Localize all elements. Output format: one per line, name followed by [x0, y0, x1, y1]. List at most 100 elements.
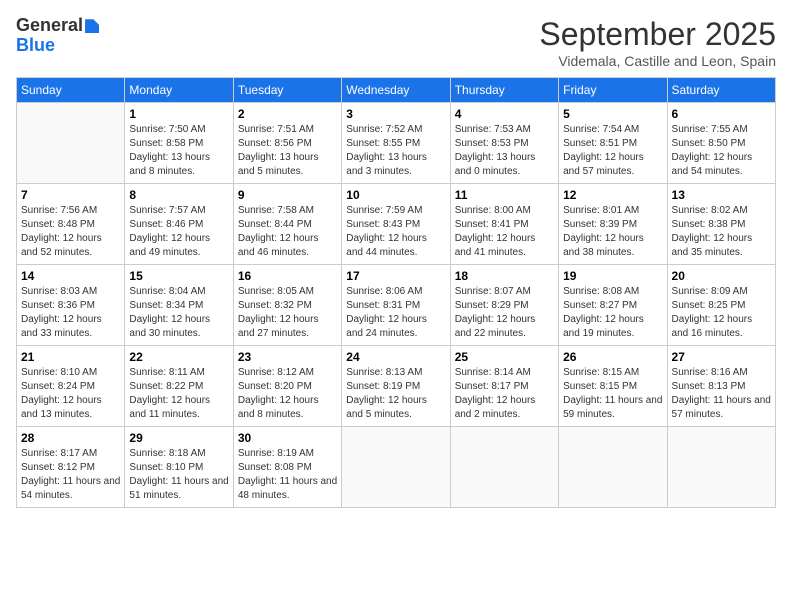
- calendar-week-1: 1 Sunrise: 7:50 AMSunset: 8:58 PMDayligh…: [17, 103, 776, 184]
- calendar-cell: 9 Sunrise: 7:58 AMSunset: 8:44 PMDayligh…: [233, 184, 341, 265]
- calendar-cell: 30 Sunrise: 8:19 AMSunset: 8:08 PMDaylig…: [233, 427, 341, 508]
- day-info: Sunrise: 8:19 AMSunset: 8:08 PMDaylight:…: [238, 447, 337, 503]
- calendar-cell: [667, 427, 775, 508]
- logo-general-text: General: [16, 15, 83, 35]
- logo-top: General: [16, 16, 99, 36]
- calendar-cell: 1 Sunrise: 7:50 AMSunset: 8:58 PMDayligh…: [125, 103, 233, 184]
- weekday-header-wednesday: Wednesday: [342, 78, 450, 103]
- calendar-cell: 11 Sunrise: 8:00 AMSunset: 8:41 PMDaylig…: [450, 184, 558, 265]
- day-number: 27: [672, 350, 771, 364]
- day-number: 14: [21, 269, 120, 283]
- day-info: Sunrise: 8:03 AMSunset: 8:36 PMDaylight:…: [21, 285, 120, 341]
- title-block: September 2025 Videmala, Castille and Le…: [539, 16, 776, 69]
- weekday-header-row: SundayMondayTuesdayWednesdayThursdayFrid…: [17, 78, 776, 103]
- calendar-cell: 25 Sunrise: 8:14 AMSunset: 8:17 PMDaylig…: [450, 346, 558, 427]
- calendar-cell: 16 Sunrise: 8:05 AMSunset: 8:32 PMDaylig…: [233, 265, 341, 346]
- day-info: Sunrise: 7:51 AMSunset: 8:56 PMDaylight:…: [238, 123, 337, 179]
- logo-blue-text: Blue: [16, 36, 99, 56]
- day-info: Sunrise: 7:54 AMSunset: 8:51 PMDaylight:…: [563, 123, 662, 179]
- day-info: Sunrise: 8:14 AMSunset: 8:17 PMDaylight:…: [455, 366, 554, 422]
- day-info: Sunrise: 7:57 AMSunset: 8:46 PMDaylight:…: [129, 204, 228, 260]
- day-number: 20: [672, 269, 771, 283]
- day-number: 28: [21, 431, 120, 445]
- day-number: 15: [129, 269, 228, 283]
- calendar-week-3: 14 Sunrise: 8:03 AMSunset: 8:36 PMDaylig…: [17, 265, 776, 346]
- day-number: 19: [563, 269, 662, 283]
- day-number: 11: [455, 188, 554, 202]
- day-number: 5: [563, 107, 662, 121]
- weekday-header-friday: Friday: [559, 78, 667, 103]
- calendar-cell: 14 Sunrise: 8:03 AMSunset: 8:36 PMDaylig…: [17, 265, 125, 346]
- logo-icon: [85, 19, 99, 33]
- calendar-cell: 23 Sunrise: 8:12 AMSunset: 8:20 PMDaylig…: [233, 346, 341, 427]
- calendar-cell: 17 Sunrise: 8:06 AMSunset: 8:31 PMDaylig…: [342, 265, 450, 346]
- weekday-header-tuesday: Tuesday: [233, 78, 341, 103]
- day-info: Sunrise: 8:16 AMSunset: 8:13 PMDaylight:…: [672, 366, 771, 422]
- day-info: Sunrise: 8:00 AMSunset: 8:41 PMDaylight:…: [455, 204, 554, 260]
- day-number: 18: [455, 269, 554, 283]
- day-number: 29: [129, 431, 228, 445]
- day-number: 24: [346, 350, 445, 364]
- logo: General Blue: [16, 16, 99, 56]
- day-info: Sunrise: 7:56 AMSunset: 8:48 PMDaylight:…: [21, 204, 120, 260]
- day-info: Sunrise: 8:08 AMSunset: 8:27 PMDaylight:…: [563, 285, 662, 341]
- day-number: 3: [346, 107, 445, 121]
- calendar-table: SundayMondayTuesdayWednesdayThursdayFrid…: [16, 77, 776, 508]
- calendar-cell: 18 Sunrise: 8:07 AMSunset: 8:29 PMDaylig…: [450, 265, 558, 346]
- day-info: Sunrise: 7:53 AMSunset: 8:53 PMDaylight:…: [455, 123, 554, 179]
- calendar-cell: [559, 427, 667, 508]
- day-info: Sunrise: 7:52 AMSunset: 8:55 PMDaylight:…: [346, 123, 445, 179]
- calendar-cell: 21 Sunrise: 8:10 AMSunset: 8:24 PMDaylig…: [17, 346, 125, 427]
- calendar-cell: 8 Sunrise: 7:57 AMSunset: 8:46 PMDayligh…: [125, 184, 233, 265]
- calendar-cell: 5 Sunrise: 7:54 AMSunset: 8:51 PMDayligh…: [559, 103, 667, 184]
- calendar-cell: 3 Sunrise: 7:52 AMSunset: 8:55 PMDayligh…: [342, 103, 450, 184]
- day-info: Sunrise: 7:55 AMSunset: 8:50 PMDaylight:…: [672, 123, 771, 179]
- calendar-cell: 22 Sunrise: 8:11 AMSunset: 8:22 PMDaylig…: [125, 346, 233, 427]
- day-number: 6: [672, 107, 771, 121]
- calendar-cell: 27 Sunrise: 8:16 AMSunset: 8:13 PMDaylig…: [667, 346, 775, 427]
- day-info: Sunrise: 8:17 AMSunset: 8:12 PMDaylight:…: [21, 447, 120, 503]
- day-number: 25: [455, 350, 554, 364]
- day-number: 12: [563, 188, 662, 202]
- calendar-cell: 4 Sunrise: 7:53 AMSunset: 8:53 PMDayligh…: [450, 103, 558, 184]
- day-info: Sunrise: 8:12 AMSunset: 8:20 PMDaylight:…: [238, 366, 337, 422]
- day-info: Sunrise: 8:10 AMSunset: 8:24 PMDaylight:…: [21, 366, 120, 422]
- day-number: 10: [346, 188, 445, 202]
- calendar-cell: [450, 427, 558, 508]
- day-number: 13: [672, 188, 771, 202]
- calendar-cell: 26 Sunrise: 8:15 AMSunset: 8:15 PMDaylig…: [559, 346, 667, 427]
- day-number: 1: [129, 107, 228, 121]
- month-title: September 2025: [539, 16, 776, 53]
- day-number: 23: [238, 350, 337, 364]
- weekday-header-monday: Monday: [125, 78, 233, 103]
- calendar-cell: 7 Sunrise: 7:56 AMSunset: 8:48 PMDayligh…: [17, 184, 125, 265]
- day-number: 8: [129, 188, 228, 202]
- weekday-header-saturday: Saturday: [667, 78, 775, 103]
- calendar-cell: 28 Sunrise: 8:17 AMSunset: 8:12 PMDaylig…: [17, 427, 125, 508]
- day-number: 22: [129, 350, 228, 364]
- day-info: Sunrise: 8:18 AMSunset: 8:10 PMDaylight:…: [129, 447, 228, 503]
- calendar-cell: 20 Sunrise: 8:09 AMSunset: 8:25 PMDaylig…: [667, 265, 775, 346]
- day-info: Sunrise: 8:05 AMSunset: 8:32 PMDaylight:…: [238, 285, 337, 341]
- day-info: Sunrise: 8:07 AMSunset: 8:29 PMDaylight:…: [455, 285, 554, 341]
- calendar-cell: 24 Sunrise: 8:13 AMSunset: 8:19 PMDaylig…: [342, 346, 450, 427]
- day-number: 4: [455, 107, 554, 121]
- calendar-cell: 12 Sunrise: 8:01 AMSunset: 8:39 PMDaylig…: [559, 184, 667, 265]
- day-number: 16: [238, 269, 337, 283]
- day-number: 26: [563, 350, 662, 364]
- calendar-cell: 13 Sunrise: 8:02 AMSunset: 8:38 PMDaylig…: [667, 184, 775, 265]
- day-number: 21: [21, 350, 120, 364]
- calendar-cell: [17, 103, 125, 184]
- calendar-week-5: 28 Sunrise: 8:17 AMSunset: 8:12 PMDaylig…: [17, 427, 776, 508]
- day-info: Sunrise: 7:58 AMSunset: 8:44 PMDaylight:…: [238, 204, 337, 260]
- day-number: 30: [238, 431, 337, 445]
- day-number: 2: [238, 107, 337, 121]
- day-info: Sunrise: 8:02 AMSunset: 8:38 PMDaylight:…: [672, 204, 771, 260]
- weekday-header-thursday: Thursday: [450, 78, 558, 103]
- day-number: 7: [21, 188, 120, 202]
- calendar-cell: 10 Sunrise: 7:59 AMSunset: 8:43 PMDaylig…: [342, 184, 450, 265]
- page-header: General Blue September 2025 Videmala, Ca…: [16, 16, 776, 69]
- day-info: Sunrise: 8:04 AMSunset: 8:34 PMDaylight:…: [129, 285, 228, 341]
- calendar-cell: 19 Sunrise: 8:08 AMSunset: 8:27 PMDaylig…: [559, 265, 667, 346]
- calendar-cell: 15 Sunrise: 8:04 AMSunset: 8:34 PMDaylig…: [125, 265, 233, 346]
